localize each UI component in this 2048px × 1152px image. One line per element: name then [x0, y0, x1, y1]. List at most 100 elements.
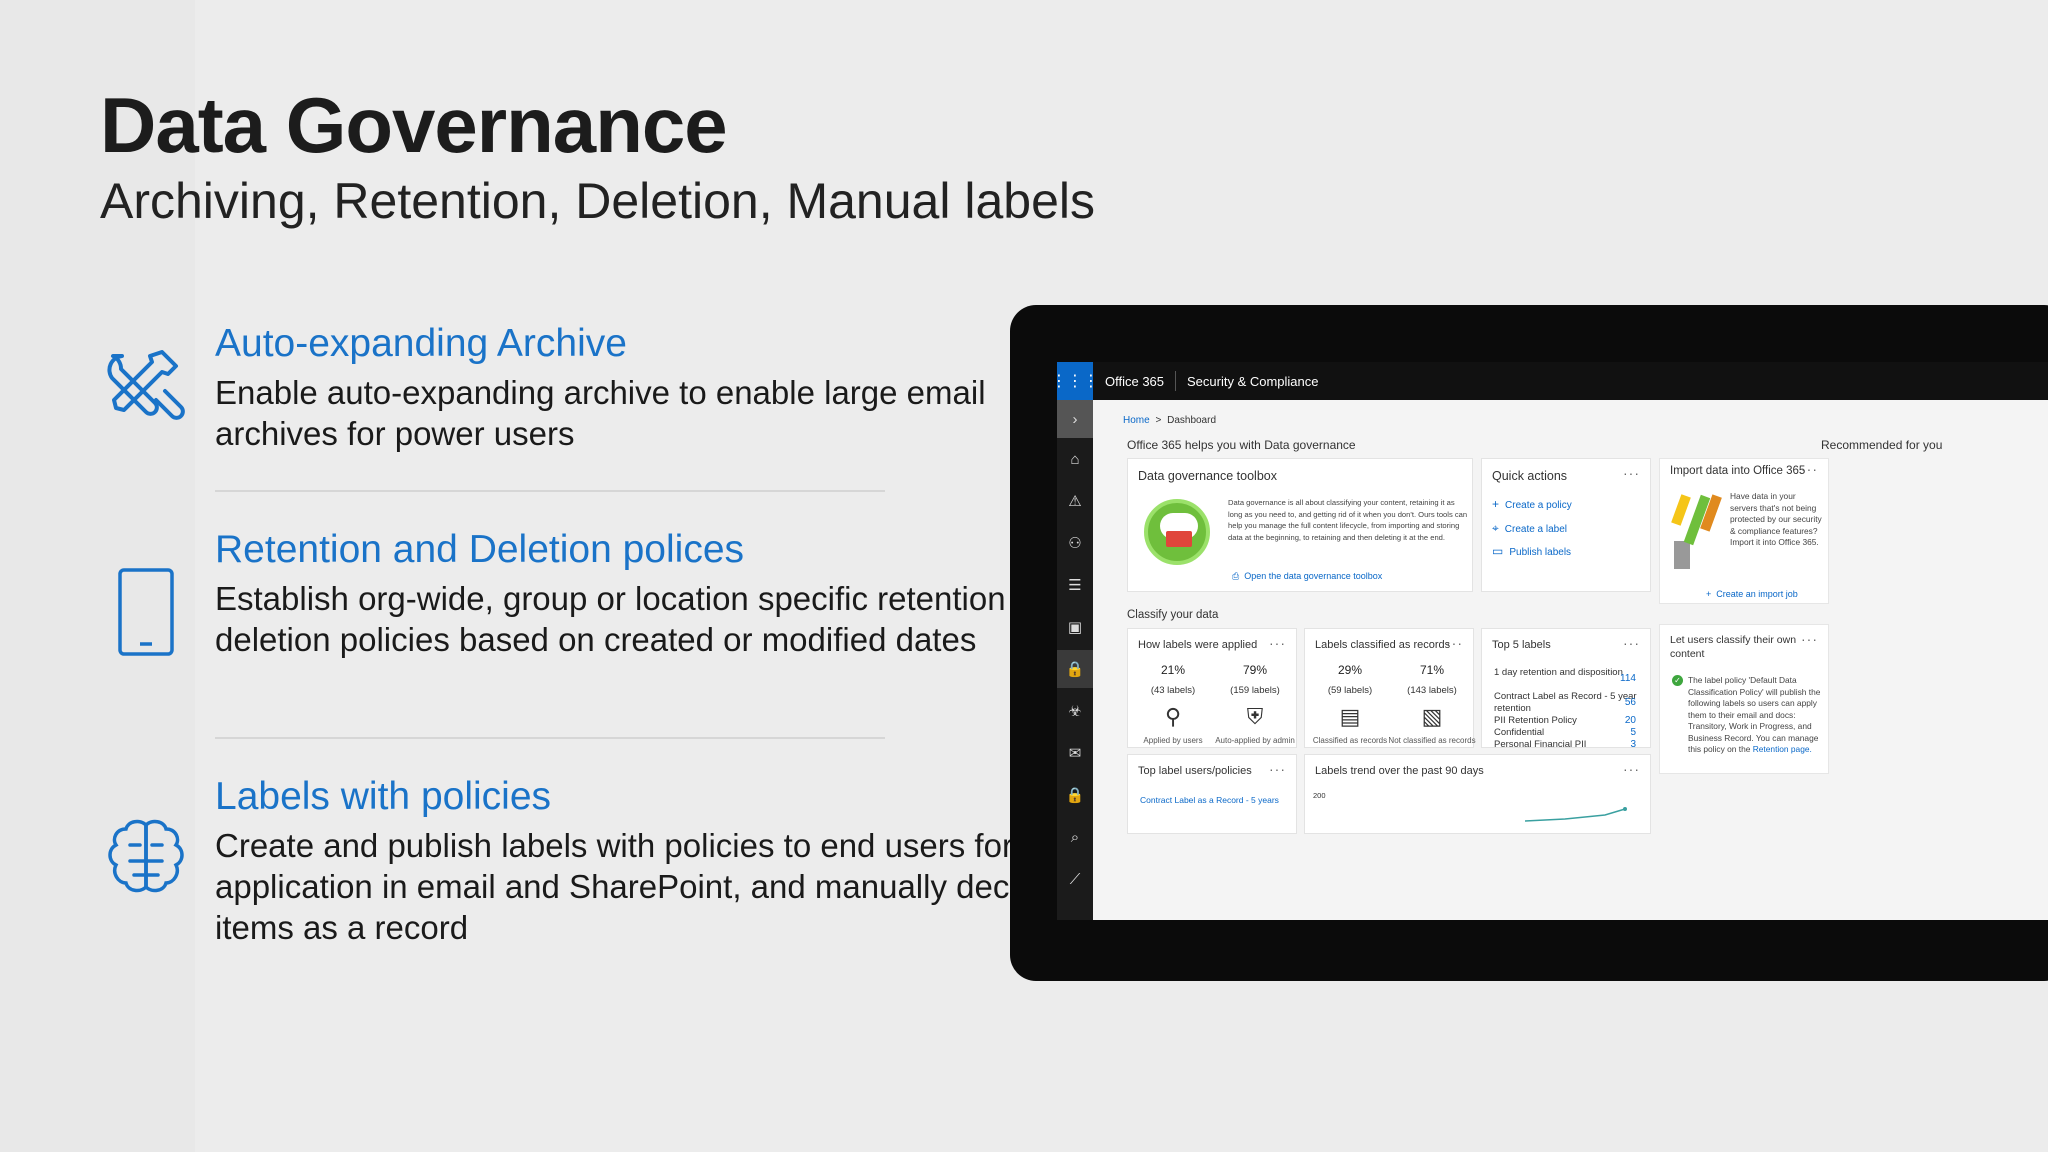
reports-icon[interactable]: ⟋: [1057, 860, 1093, 898]
retention-page-link[interactable]: Retention page.: [1753, 744, 1812, 754]
tag-icon: ⌖: [1492, 521, 1499, 535]
feature-heading: Retention and Deletion polices: [215, 528, 745, 571]
app-launcher-icon[interactable]: ⋮⋮⋮: [1057, 362, 1099, 400]
shield-icon: ⛨: [1246, 704, 1264, 729]
import-link-label: Create an import job: [1716, 589, 1798, 599]
labels-trend-card: Labels trend over the past 90 days ··· 2…: [1304, 754, 1651, 834]
create-label-action[interactable]: ⌖ Create a label: [1492, 521, 1567, 536]
data-privacy-icon[interactable]: 🔒: [1057, 776, 1093, 814]
feature-description: Enable auto-expanding archive to enable …: [215, 374, 986, 452]
open-toolbox-link[interactable]: ⎙ Open the data governance toolbox: [1232, 571, 1382, 582]
classified-records-card: Labels classified as records ··· 29% (59…: [1304, 628, 1476, 748]
stat-caption: Applied by users: [1143, 736, 1203, 745]
permissions-icon[interactable]: ⚇: [1057, 524, 1093, 562]
divider: [215, 490, 885, 492]
more-options-icon[interactable]: ···: [1801, 461, 1818, 477]
threat-management-icon[interactable]: ☣: [1057, 692, 1093, 730]
document-icon: ▤: [1339, 704, 1361, 729]
data-loss-prevention-icon[interactable]: ▣: [1057, 608, 1093, 646]
top-label-count[interactable]: 20: [1625, 715, 1636, 726]
action-label: Create a policy: [1505, 500, 1572, 511]
top-label-row: Personal Financial PII: [1494, 739, 1587, 750]
trend-y-tick: 200: [1313, 791, 1326, 800]
top-5-labels-card: Top 5 labels ··· 1 day retention and dis…: [1481, 628, 1651, 750]
stat-caption: Classified as records: [1312, 736, 1388, 745]
card-title: Data governance toolbox: [1138, 469, 1277, 483]
feature-description: Establish org-wide, group or location sp…: [215, 580, 1070, 658]
action-label: Publish labels: [1509, 547, 1572, 558]
stat-percent: 29%: [1337, 663, 1363, 677]
home-icon[interactable]: ⌂: [1057, 440, 1093, 478]
feature-heading: Labels with policies: [215, 775, 552, 818]
document-x-icon: ▧: [1421, 704, 1443, 729]
feature-auto-expanding-archive: Auto-expanding Archive Enable auto-expan…: [100, 322, 1020, 462]
stat-caption: Not classified as records: [1388, 736, 1476, 745]
alert-icon[interactable]: ⚠: [1057, 482, 1093, 520]
app-topbar: ⋮⋮⋮ Office 365 Security & Compliance: [1057, 362, 2048, 400]
toolbox-illustration-icon: [1144, 499, 1210, 565]
divider: [215, 737, 885, 739]
card-title: How labels were applied: [1138, 639, 1258, 651]
topbar-separator: [1175, 371, 1176, 391]
trend-line: [1525, 807, 1627, 822]
app-name[interactable]: Office 365: [1105, 374, 1164, 389]
card-title: Quick actions: [1492, 469, 1568, 483]
breadcrumb-separator: >: [1155, 415, 1162, 426]
more-options-icon[interactable]: ···: [1446, 635, 1463, 651]
section-name[interactable]: Security & Compliance: [1187, 374, 1319, 389]
feature-labels-with-policies: Labels with policies Create and publish …: [100, 775, 1064, 955]
how-labels-applied-card: How labels were applied ··· 21% (43 labe…: [1127, 628, 1297, 748]
import-data-card: Import data into Office 365 ··· Have dat…: [1659, 458, 1829, 604]
import-description: Have data in your servers that's not bei…: [1730, 491, 1822, 547]
top-label-count[interactable]: 5: [1630, 727, 1636, 738]
top-user-policy-link[interactable]: Contract Label as a Record - 5 years: [1140, 795, 1279, 805]
card-title: Labels classified as records: [1315, 639, 1451, 651]
search-icon[interactable]: ⌕: [1057, 818, 1093, 856]
breadcrumb: Home > Dashboard: [1123, 415, 1216, 426]
stat-count: (43 labels): [1150, 685, 1196, 696]
open-toolbox-link-label: Open the data governance toolbox: [1244, 571, 1383, 581]
toolbox-description: Data governance is all about classifying…: [1228, 498, 1468, 542]
classify-heading: Classify your data: [1127, 609, 1219, 621]
slide-subtitle: Archiving, Retention, Deletion, Manual l…: [100, 173, 1095, 229]
breadcrumb-current: Dashboard: [1167, 415, 1217, 426]
feature-description: Create and publish labels with policies …: [215, 827, 1065, 946]
user-classify-description: The label policy 'Default Data Classific…: [1688, 675, 1826, 756]
card-title: Top label users/policies: [1138, 765, 1252, 777]
classifications-icon[interactable]: ☰: [1057, 566, 1093, 604]
top-label-count[interactable]: 114: [1620, 673, 1636, 684]
top-label-count[interactable]: 56: [1625, 697, 1636, 708]
check-icon: ✓: [1672, 675, 1683, 686]
more-options-icon[interactable]: ···: [1623, 761, 1640, 777]
create-import-job-link[interactable]: + Create an import job: [1706, 589, 1798, 599]
plus-icon: +: [1706, 589, 1712, 599]
create-policy-action[interactable]: + Create a policy: [1492, 497, 1572, 511]
recommended-heading: Recommended for you: [1821, 438, 1943, 452]
expand-nav-icon[interactable]: ›: [1057, 400, 1093, 438]
toolbox-card: Data governance toolbox Data governance …: [1127, 458, 1473, 592]
feature-retention-deletion: Retention and Deletion polices Establish…: [100, 528, 1070, 708]
card-title: Top 5 labels: [1492, 639, 1551, 651]
tools-icon: [107, 350, 185, 420]
stat-auto-applied: 79% (159 labels) ⛨ Auto-applied by admin: [1210, 663, 1300, 745]
more-options-icon[interactable]: ···: [1269, 761, 1286, 777]
import-illustration-icon: [1671, 494, 1722, 569]
top-label-count[interactable]: 3: [1630, 739, 1636, 750]
more-options-icon[interactable]: ···: [1801, 631, 1818, 647]
more-options-icon[interactable]: ···: [1623, 635, 1640, 651]
quick-actions-card: Quick actions ··· + Create a policy ⌖ Crea…: [1481, 458, 1651, 592]
stat-classified-records: 29% (59 labels) ▤ Classified as records: [1305, 663, 1395, 745]
top-label-row: Contract Label as Record - 5 year retent…: [1494, 691, 1637, 714]
slide-title: Data Governance: [100, 81, 728, 169]
data-governance-icon[interactable]: 🔒: [1057, 650, 1093, 688]
stat-percent: 71%: [1419, 663, 1445, 677]
mail-flow-icon[interactable]: ✉: [1057, 734, 1093, 772]
more-options-icon[interactable]: ···: [1623, 465, 1640, 481]
card-title: Import data into Office 365: [1670, 465, 1806, 477]
more-options-icon[interactable]: ···: [1269, 635, 1286, 651]
breadcrumb-home[interactable]: Home: [1123, 415, 1150, 426]
action-label: Create a label: [1504, 524, 1568, 535]
plus-icon: +: [1492, 497, 1500, 511]
publish-labels-action[interactable]: ▭ Publish labels: [1492, 544, 1571, 558]
app-screenshot: ⋮⋮⋮ Office 365 Security & Compliance › ⌂…: [1057, 362, 2048, 920]
